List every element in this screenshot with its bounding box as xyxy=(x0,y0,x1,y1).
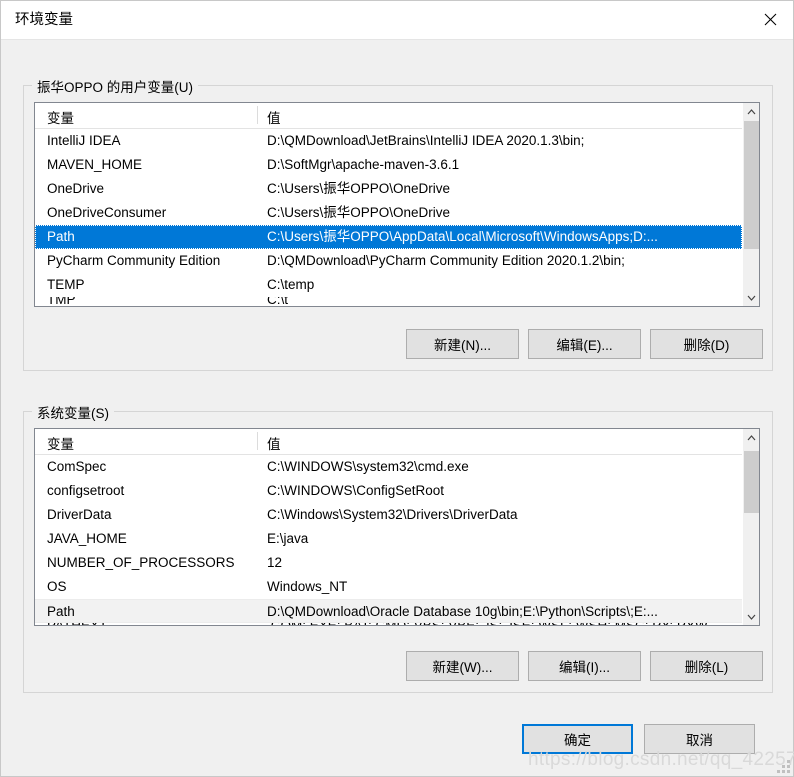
user-variable-name: IntelliJ IDEA xyxy=(47,133,121,148)
window-title: 环境变量 xyxy=(15,12,73,28)
system-variable-value: .COM;.EXE;.BAT;.CMD;.VBS;.VBE;.JS;.JSE;.… xyxy=(267,623,742,625)
system-column-header-name[interactable]: 变量 xyxy=(47,433,74,453)
system-variable-value: Windows_NT xyxy=(267,579,348,594)
user-variable-value: C:\Users\振华OPPO\OneDrive xyxy=(267,205,451,220)
table-row[interactable]: Path C:\Users\振华OPPO\AppData\Local\Micros… xyxy=(35,225,742,249)
table-row[interactable]: DriverData C:\Windows\System32\Drivers\Dr… xyxy=(35,503,742,527)
system-column-divider[interactable] xyxy=(257,432,258,450)
user-variable-value: C:\t xyxy=(267,297,289,306)
user-edit-button[interactable]: 编辑(E)... xyxy=(528,329,641,359)
system-variable-name: OS xyxy=(47,579,67,594)
cancel-button[interactable]: 取消 xyxy=(644,724,755,754)
table-row[interactable]: TMP C:\t xyxy=(35,297,742,306)
system-variable-name: PATHEXT xyxy=(47,623,265,625)
close-icon xyxy=(764,13,777,26)
user-variable-name: Path xyxy=(47,229,75,244)
table-row[interactable]: configsetroot C:\WINDOWS\ConfigSetRoot xyxy=(35,479,742,503)
system-edit-button[interactable]: 编辑(I)... xyxy=(528,651,641,681)
table-row[interactable]: PyCharm Community Edition D:\QMDownload\P… xyxy=(35,249,742,273)
title-bar: 环境变量 xyxy=(1,1,793,40)
environment-variables-dialog: 环境变量 振华OPPO 的用户变量(U) 变量 值 IntelliJ IDEA D… xyxy=(0,0,794,777)
user-list-header: 变量 值 xyxy=(35,103,742,129)
system-column-header-value[interactable]: 值 xyxy=(267,433,281,453)
system-variables-list-inner: 变量 值 ComSpec C:\WINDOWS\system32\cmd.exe c… xyxy=(35,429,742,625)
table-row[interactable]: OS Windows_NT xyxy=(35,575,742,599)
system-list-scrollbar[interactable] xyxy=(742,429,759,625)
system-list-header: 变量 值 xyxy=(35,429,742,455)
user-variable-name: OneDrive xyxy=(47,181,105,196)
table-row[interactable]: ComSpec C:\WINDOWS\system32\cmd.exe xyxy=(35,455,742,479)
resize-grip[interactable] xyxy=(776,759,790,773)
user-variable-value: D:\QMDownload\PyCharm Community Edition … xyxy=(267,253,625,268)
system-variables-list[interactable]: 变量 值 ComSpec C:\WINDOWS\system32\cmd.exe c… xyxy=(34,428,760,626)
user-column-header-name[interactable]: 变量 xyxy=(47,107,74,127)
user-variable-value: C:\Users\振华OPPO\AppData\Local\Microsoft\… xyxy=(267,229,658,244)
table-row[interactable]: NUMBER_OF_PROCESSORS 12 xyxy=(35,551,742,575)
chevron-up-icon[interactable] xyxy=(743,429,759,446)
system-variable-name: NUMBER_OF_PROCESSORS xyxy=(47,555,235,570)
user-variable-name: OneDriveConsumer xyxy=(47,205,167,220)
user-variables-legend: 振华OPPO 的用户变量(U) xyxy=(32,76,199,96)
table-row[interactable]: PATHEXT.COM;.EXE;.BAT;.CMD;.VBS;.VBE;.JS… xyxy=(35,623,742,625)
system-list-rows: ComSpec C:\WINDOWS\system32\cmd.exe config… xyxy=(35,455,742,625)
user-variable-name: MAVEN_HOME xyxy=(47,157,143,172)
system-new-button[interactable]: 新建(W)... xyxy=(406,651,519,681)
user-list-scrollbar[interactable] xyxy=(742,103,759,306)
user-variable-name: TEMP xyxy=(47,277,85,292)
system-variable-name: JAVA_HOME xyxy=(47,531,127,546)
user-variables-list[interactable]: 变量 值 IntelliJ IDEA D:\QMDownload\JetBrain… xyxy=(34,102,760,307)
chevron-down-icon[interactable] xyxy=(743,289,759,306)
table-row[interactable]: JAVA_HOME E:\java xyxy=(35,527,742,551)
system-variable-name: DriverData xyxy=(47,507,112,522)
table-row[interactable]: IntelliJ IDEA D:\QMDownload\JetBrains\Int… xyxy=(35,129,742,153)
system-variable-value: C:\WINDOWS\ConfigSetRoot xyxy=(267,483,445,498)
chevron-up-icon[interactable] xyxy=(743,103,759,120)
table-row[interactable]: Path D:\QMDownload\Oracle Database 10g\bi… xyxy=(35,599,742,623)
system-variable-value: D:\QMDownload\Oracle Database 10g\bin;E:… xyxy=(267,604,658,619)
user-new-button[interactable]: 新建(N)... xyxy=(406,329,519,359)
user-variable-value: D:\SoftMgr\apache-maven-3.6.1 xyxy=(267,157,460,172)
user-column-divider[interactable] xyxy=(257,106,258,124)
system-scroll-thumb[interactable] xyxy=(744,451,759,513)
system-variable-value: 12 xyxy=(267,555,283,570)
user-variable-value: C:\Users\振华OPPO\OneDrive xyxy=(267,181,451,196)
system-variable-name: Path xyxy=(47,604,75,619)
table-row[interactable]: MAVEN_HOME D:\SoftMgr\apache-maven-3.6.1 xyxy=(35,153,742,177)
system-variable-name: ComSpec xyxy=(47,459,107,474)
user-delete-button[interactable]: 删除(D) xyxy=(650,329,763,359)
system-variable-name: configsetroot xyxy=(47,483,125,498)
user-scroll-thumb[interactable] xyxy=(744,121,759,249)
close-button[interactable] xyxy=(747,1,793,38)
system-delete-button[interactable]: 删除(L) xyxy=(650,651,763,681)
system-variable-value: E:\java xyxy=(267,531,309,546)
user-column-header-value[interactable]: 值 xyxy=(267,107,281,127)
table-row[interactable]: TEMP C:\temp xyxy=(35,273,742,297)
user-variable-name: PyCharm Community Edition xyxy=(47,253,221,268)
user-variable-name: TMP xyxy=(47,297,76,306)
ok-button[interactable]: 确定 xyxy=(522,724,633,754)
system-variables-legend: 系统变量(S) xyxy=(32,402,114,422)
chevron-down-icon[interactable] xyxy=(743,608,759,625)
table-row[interactable]: OneDrive C:\Users\振华OPPO\OneDrive xyxy=(35,177,742,201)
table-row[interactable]: OneDriveConsumer C:\Users\振华OPPO\OneDrive xyxy=(35,201,742,225)
user-variable-value: D:\QMDownload\JetBrains\IntelliJ IDEA 20… xyxy=(267,133,585,148)
system-variable-value: C:\Windows\System32\Drivers\DriverData xyxy=(267,507,518,522)
system-variable-value: C:\WINDOWS\system32\cmd.exe xyxy=(267,459,469,474)
user-variable-value: C:\temp xyxy=(267,277,315,292)
user-variables-list-inner: 变量 值 IntelliJ IDEA D:\QMDownload\JetBrain… xyxy=(35,103,742,306)
user-list-rows: IntelliJ IDEA D:\QMDownload\JetBrains\Int… xyxy=(35,129,742,306)
